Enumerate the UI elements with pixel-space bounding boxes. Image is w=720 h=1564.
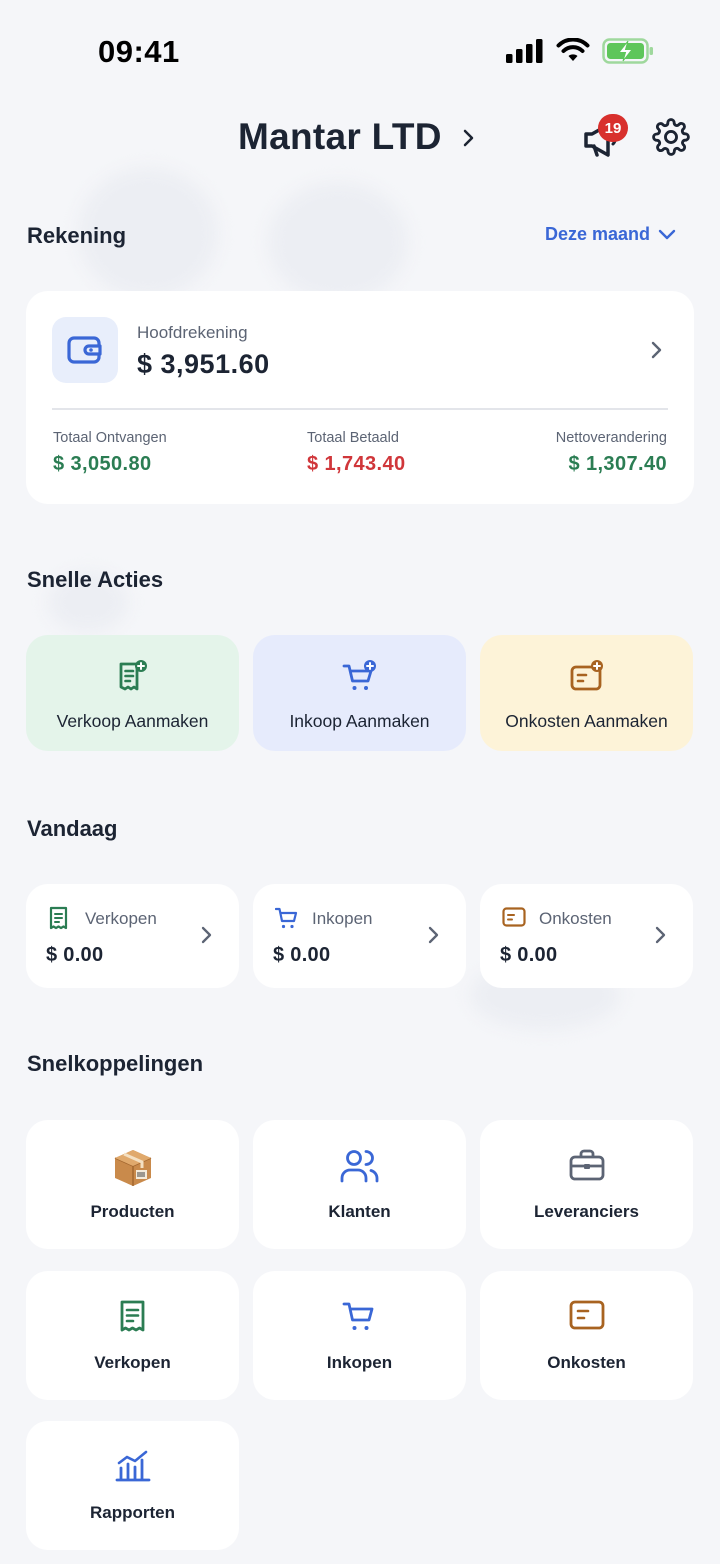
stat-paid: Totaal Betaald $ 1,743.40 [307, 430, 406, 476]
chevron-right-icon [201, 926, 212, 944]
cart-icon [342, 1302, 373, 1330]
period-selector[interactable]: Deze maand [545, 224, 676, 245]
shortcut-label: Rapporten [90, 1503, 175, 1522]
shortcut-label: Producten [90, 1202, 175, 1221]
account-section-title: Rekening [27, 223, 127, 248]
create-sale-button[interactable]: Verkoop Aanmaken [26, 635, 239, 751]
briefcase-icon [569, 1149, 604, 1181]
shortcuts-title: Snelkoppelingen [27, 1051, 204, 1076]
chart-icon [115, 1450, 150, 1482]
cart-plus-icon [342, 660, 376, 690]
stat-received: Totaal Ontvangen $ 3,050.80 [53, 430, 167, 476]
quick-actions-title: Snelle Acties [27, 567, 164, 592]
expense-icon [569, 1300, 604, 1330]
shortcut-label: Verkopen [94, 1353, 171, 1372]
stat-net-change: Nettoverandering $ 1,307.40 [556, 430, 667, 476]
account-card[interactable]: Hoofdrekening $ 3,951.60 Totaal Ontvange… [26, 291, 694, 504]
shortcut-products[interactable]: Producten [26, 1120, 239, 1249]
receipt-icon [120, 1300, 144, 1332]
chevron-down-icon [658, 229, 676, 239]
shortcut-purchases[interactable]: Inkopen [253, 1271, 466, 1400]
stat-value: $ 1,743.40 [307, 453, 406, 475]
receipt-icon [49, 906, 68, 930]
receipt-plus-icon [119, 660, 147, 691]
users-icon [340, 1150, 378, 1183]
stat-value: $ 1,307.40 [568, 453, 667, 475]
company-name[interactable]: Mantar LTD [238, 116, 442, 158]
today-label: Onkosten [539, 909, 612, 928]
notification-badge: 19 [598, 114, 628, 142]
stat-label: Totaal Ontvangen [53, 430, 167, 446]
action-label: Onkosten Aanmaken [505, 711, 668, 731]
shortcut-sales[interactable]: Verkopen [26, 1271, 239, 1400]
period-label: Deze maand [544, 224, 650, 244]
today-expenses-card[interactable]: Onkosten $ 0.00 [480, 884, 693, 988]
today-value: $ 0.00 [500, 944, 558, 966]
wifi-icon [556, 38, 590, 61]
expense-icon [502, 907, 526, 927]
signal-icon [506, 39, 543, 63]
expense-plus-icon [570, 660, 603, 691]
shortcut-label: Klanten [328, 1202, 391, 1221]
battery-charging-icon [602, 38, 653, 64]
shortcut-customers[interactable]: Klanten [253, 1120, 466, 1249]
chevron-right-icon [428, 926, 439, 944]
shortcut-suppliers[interactable]: Leveranciers [480, 1120, 693, 1249]
stat-label: Totaal Betaald [307, 430, 399, 446]
chevron-right-icon [655, 926, 666, 944]
shortcut-label: Leveranciers [534, 1202, 639, 1221]
chevron-right-icon[interactable] [459, 126, 479, 150]
create-expense-button[interactable]: Onkosten Aanmaken [480, 635, 693, 751]
status-time: 09:41 [98, 34, 180, 69]
today-value: $ 0.00 [273, 944, 331, 966]
account-label: Hoofdrekening [137, 323, 248, 342]
create-purchase-button[interactable]: Inkoop Aanmaken [253, 635, 466, 751]
action-label: Verkoop Aanmaken [56, 711, 209, 731]
app-header: Mantar LTD 19 [0, 110, 720, 170]
chevron-right-icon[interactable] [648, 339, 666, 361]
shortcut-expenses[interactable]: Onkosten [480, 1271, 693, 1400]
gear-icon[interactable] [652, 118, 690, 156]
today-purchases-card[interactable]: Inkopen $ 0.00 [253, 884, 466, 988]
status-bar: 09:41 [0, 0, 720, 100]
divider [52, 408, 668, 410]
today-label: Verkopen [85, 909, 157, 928]
cart-icon [275, 907, 298, 929]
status-icons [506, 38, 654, 64]
today-title: Vandaag [27, 816, 118, 841]
wallet-icon [67, 336, 102, 364]
shortcut-reports[interactable]: Rapporten [26, 1421, 239, 1550]
today-sales-card[interactable]: Verkopen $ 0.00 [26, 884, 239, 988]
today-value: $ 0.00 [46, 944, 104, 966]
package-icon [114, 1150, 151, 1186]
action-label: Inkoop Aanmaken [289, 711, 430, 731]
stat-value: $ 3,050.80 [53, 453, 152, 475]
shortcut-label: Onkosten [547, 1353, 626, 1372]
shortcut-label: Inkopen [326, 1353, 393, 1372]
stat-label: Nettoverandering [555, 430, 667, 446]
account-balance: $ 3,951.60 [137, 349, 270, 379]
today-label: Inkopen [312, 909, 373, 928]
wallet-icon-box [52, 317, 118, 383]
